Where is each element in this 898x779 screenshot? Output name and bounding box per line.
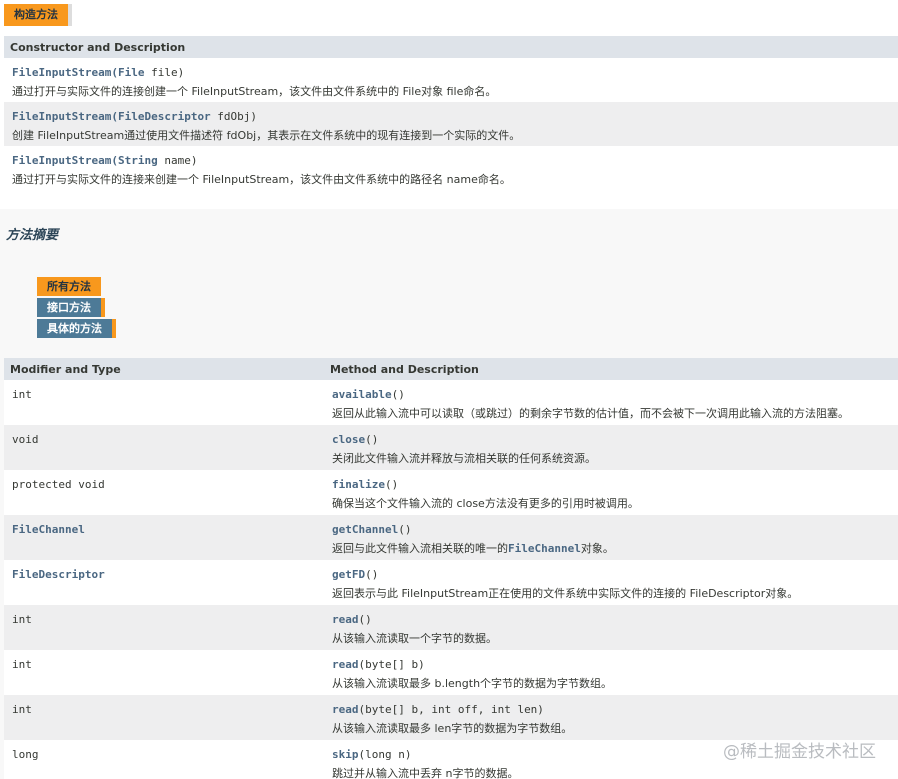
method-link[interactable]: skip — [332, 748, 359, 761]
method-args: () — [365, 568, 379, 581]
method-args: () — [398, 523, 412, 536]
type-link[interactable]: FileChannel — [12, 523, 85, 536]
method-row: int available() 返回从此输入流中可以读取（或跳过）的剩余字节数的… — [4, 380, 898, 425]
constructor-link[interactable]: FileInputStream — [12, 154, 111, 167]
modifier-type: long — [12, 748, 39, 761]
method-link[interactable]: close — [332, 433, 365, 446]
tab-interface-methods[interactable]: 接口方法 — [37, 298, 105, 317]
method-row: FileDescriptor getFD() 返回表示与此 FileInputS… — [4, 560, 898, 605]
method-table-header: Modifier and Type Method and Description — [4, 358, 898, 380]
constructor-row: FileInputStream(FileDescriptor fdObj) 创建… — [4, 102, 898, 146]
method-row: int read(byte[] b, int off, int len) 从该输… — [4, 695, 898, 740]
param-rest: name) — [157, 154, 198, 167]
modifier-type: int — [12, 613, 32, 626]
param-rest: fdObj) — [210, 110, 258, 123]
modifier-type: protected void — [12, 478, 105, 491]
method-description: 关闭此文件输入流并释放与流相关联的任何系统资源。 — [332, 452, 596, 465]
param-type-link[interactable]: File — [118, 66, 145, 79]
modifier-type: void — [12, 433, 39, 446]
method-summary-title: 方法摘要 — [6, 228, 59, 243]
modifier-type: int — [12, 703, 32, 716]
param-rest: file) — [144, 66, 185, 79]
method-row: FileChannel getChannel() 返回与此文件输入流相关联的唯一… — [4, 515, 898, 560]
paren: ( — [111, 110, 118, 123]
constructor-table: Constructor and Description FileInputStr… — [4, 36, 898, 190]
watermark: @稀土掘金技术社区 — [723, 742, 876, 762]
method-row: int read() 从该输入流读取一个字节的数据。 — [4, 605, 898, 650]
type-link[interactable]: FileDescriptor — [12, 568, 105, 581]
constructor-link[interactable]: FileInputStream — [12, 110, 111, 123]
type-link[interactable]: FileChannel — [508, 542, 581, 555]
constructor-description: 通过打开与实际文件的连接创建一个 FileInputStream，该文件由文件系… — [12, 85, 497, 98]
desc-text: 返回与此文件输入流相关联的唯一的 — [332, 542, 508, 555]
method-description: 确保当这个文件输入流的 close方法没有更多的引用时被调用。 — [332, 497, 639, 510]
constructor-row: FileInputStream(File file) 通过打开与实际文件的连接创… — [4, 58, 898, 102]
tab-concrete-methods[interactable]: 具体的方法 — [37, 319, 116, 338]
method-description: 从该输入流读取最多 len字节的数据为字节数组。 — [332, 722, 573, 735]
modifier-type: int — [12, 658, 32, 671]
constructor-link[interactable]: FileInputStream — [12, 66, 111, 79]
method-args: () — [384, 478, 399, 491]
paren: ( — [111, 66, 118, 79]
method-link[interactable]: read — [332, 703, 359, 716]
method-args: () — [365, 433, 379, 446]
constructor-row: FileInputStream(String name) 通过打开与实际文件的连… — [4, 146, 898, 190]
method-link[interactable]: read — [332, 658, 359, 671]
method-row: int read(byte[] b) 从该输入流读取最多 b.length个字节… — [4, 650, 898, 695]
constructor-description: 通过打开与实际文件的连接来创建一个 FileInputStream，该文件由文件… — [12, 173, 511, 186]
method-link[interactable]: getChannel — [332, 523, 398, 536]
method-description: 从该输入流读取最多 b.length个字节的数据为字节数组。 — [332, 677, 613, 690]
method-row: void close() 关闭此文件输入流并释放与流相关联的任何系统资源。 — [4, 425, 898, 470]
method-link[interactable]: getFD — [332, 568, 365, 581]
method-description: 从该输入流读取一个字节的数据。 — [332, 632, 497, 645]
method-table: Modifier and Type Method and Description… — [4, 358, 898, 779]
desc-text: 对象。 — [580, 542, 614, 555]
method-args: (byte[] b) — [358, 658, 425, 671]
tab-all-methods[interactable]: 所有方法 — [37, 277, 101, 296]
param-type-link[interactable]: String — [118, 154, 158, 167]
method-args: (long n) — [358, 748, 412, 761]
param-type-link[interactable]: FileDescriptor — [118, 110, 211, 123]
constructor-tab: 构造方法 — [4, 4, 72, 26]
constructor-description: 创建 FileInputStream通过使用文件描述符 fdObj，其表示在文件… — [12, 129, 521, 142]
method-link[interactable]: available — [332, 388, 392, 401]
method-args: () — [391, 388, 405, 401]
method-link[interactable]: read — [332, 613, 359, 626]
paren: ( — [111, 154, 118, 167]
method-description: 跳过并从输入流中丢弃 n字节的数据。 — [332, 767, 519, 779]
method-description: 返回从此输入流中可以读取（或跳过）的剩余字节数的估计值，而不会被下一次调用此输入… — [332, 407, 849, 420]
modifier-type: int — [12, 388, 32, 401]
method-link[interactable]: finalize — [332, 478, 385, 491]
header-method-description: Method and Description — [330, 363, 479, 376]
method-description: 返回与此文件输入流相关联的唯一的FileChannel对象。 — [332, 540, 614, 556]
method-description: 返回表示与此 FileInputStream正在使用的文件系统中实际文件的连接的… — [332, 587, 799, 600]
method-args: () — [358, 613, 372, 626]
method-args: (byte[] b, int off, int len) — [358, 703, 544, 716]
header-modifier-type: Modifier and Type — [10, 363, 121, 376]
constructor-table-header: Constructor and Description — [4, 36, 898, 58]
method-row: protected void finalize() 确保当这个文件输入流的 cl… — [4, 470, 898, 515]
